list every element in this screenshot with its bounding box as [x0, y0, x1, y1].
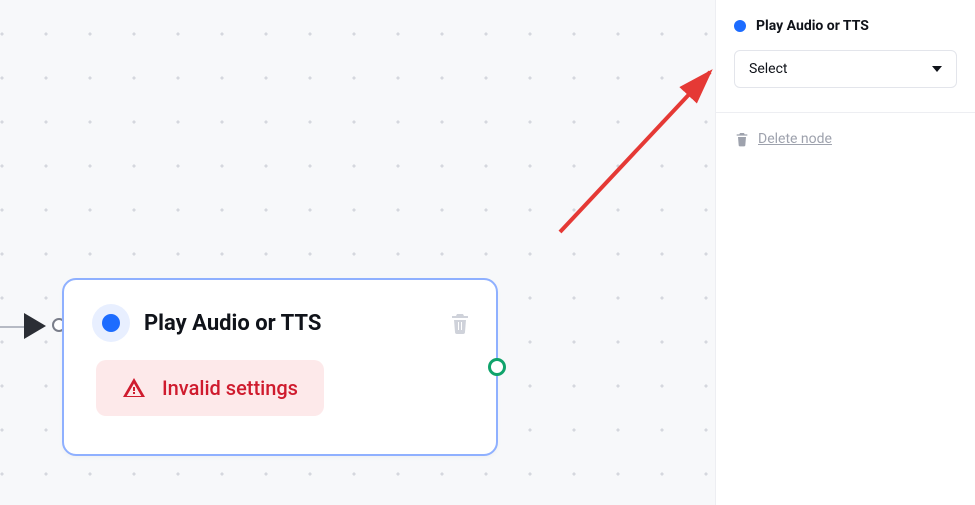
divider: [716, 112, 975, 113]
arrow-in-icon: [24, 313, 46, 339]
trash-icon[interactable]: [448, 311, 472, 335]
annotation-arrow-icon: [530, 62, 730, 262]
error-text: Invalid settings: [162, 376, 298, 400]
record-icon: [92, 304, 130, 342]
panel-title: Play Audio or TTS: [756, 18, 869, 34]
panel-header: Play Audio or TTS: [734, 18, 957, 34]
delete-node-label: Delete node: [758, 131, 832, 147]
trash-icon: [734, 131, 750, 147]
type-select[interactable]: Select: [734, 50, 957, 88]
record-icon: [734, 20, 746, 32]
warning-icon: [122, 376, 146, 400]
error-badge: Invalid settings: [96, 360, 324, 416]
edge-stub: [0, 326, 24, 328]
output-port[interactable]: [488, 358, 506, 376]
flow-node[interactable]: Play Audio or TTS Invalid settings: [62, 278, 498, 456]
chevron-down-icon: [932, 66, 942, 72]
flow-canvas[interactable]: Play Audio or TTS Invalid settings: [0, 0, 715, 505]
node-header: Play Audio or TTS: [92, 304, 472, 342]
select-placeholder: Select: [749, 61, 787, 77]
node-title: Play Audio or TTS: [144, 311, 434, 336]
properties-panel: Play Audio or TTS Select Delete node: [715, 0, 975, 505]
delete-node-button[interactable]: Delete node: [734, 131, 957, 147]
